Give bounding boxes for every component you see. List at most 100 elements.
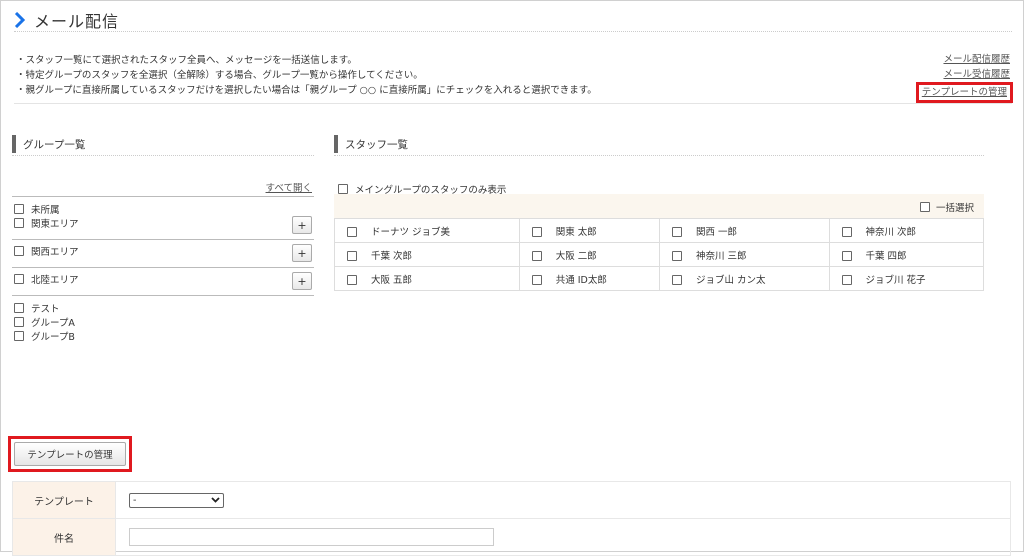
checkbox[interactable]: [338, 184, 348, 194]
staff-cell[interactable]: 関東 太郎: [518, 218, 660, 243]
group-label: グループB: [31, 332, 75, 343]
checkbox[interactable]: [531, 251, 542, 261]
staff-cell[interactable]: ドーナツ ジョブ美: [334, 218, 520, 243]
title-row: メール配信: [14, 8, 119, 32]
staff-cell[interactable]: 神奈川 三郎: [658, 242, 830, 267]
template-select[interactable]: -: [129, 492, 224, 508]
subject-label: 件名: [12, 518, 116, 556]
group-label: グループA: [31, 318, 75, 329]
mail-form: テンプレート - 件名: [12, 481, 1011, 556]
checkbox[interactable]: [671, 251, 682, 261]
staff-cell[interactable]: ジョブ川 花子: [828, 266, 985, 291]
staff-name: 千葉 次郎: [371, 250, 413, 262]
staff-name: 関西 一郎: [695, 226, 737, 238]
template-cell: -: [115, 481, 1011, 519]
subject-cell: [115, 518, 1011, 556]
staff-list-heading: スタッフ一覧: [334, 135, 408, 153]
divider: [12, 267, 314, 268]
table-row: ドーナツ ジョブ美 関東 太郎 関西 一郎 神奈川 次郎: [334, 218, 985, 243]
checkbox[interactable]: [14, 274, 24, 284]
template-manage-link[interactable]: テンプレートの管理: [922, 87, 1007, 98]
group-label: 未所属: [31, 205, 60, 216]
page-title: メール配信: [34, 12, 120, 31]
bulk-select-label: 一括選択: [935, 203, 974, 214]
group-item-unassigned[interactable]: 未所属: [14, 202, 60, 216]
checkbox[interactable]: [919, 202, 930, 212]
open-all-link[interactable]: すべて開く: [266, 180, 312, 194]
staff-name: 神奈川 三郎: [695, 250, 747, 262]
staff-name: 共通 ID太郎: [555, 274, 607, 286]
checkbox[interactable]: [14, 331, 24, 341]
checkbox[interactable]: [347, 227, 357, 237]
highlight-box: テンプレートの管理: [8, 436, 132, 472]
group-list-title: グループ一覧: [23, 138, 86, 151]
checkbox[interactable]: [841, 251, 852, 261]
bulk-select-bar: 一括選択: [334, 194, 984, 218]
group-item-hokuriku[interactable]: 北陸エリア: [14, 272, 79, 286]
staff-cell[interactable]: 共通 ID太郎: [518, 266, 660, 291]
instructions: ・スタッフ一覧にて選択されたスタッフ全員へ、メッセージを一括送信します。 ・特定…: [16, 53, 597, 98]
group-item-group-b[interactable]: グループB: [14, 329, 75, 343]
mail-history-link[interactable]: メール配信履歴: [916, 52, 1010, 67]
note-1: ・スタッフ一覧にて選択されたスタッフ全員へ、メッセージを一括送信します。: [16, 55, 357, 66]
note-3: ・親グループに直接所属しているスタッフだけを選択したい場合は「親グループ ○○ …: [16, 85, 597, 96]
staff-name: 大阪 二郎: [555, 250, 597, 262]
checkbox[interactable]: [14, 218, 24, 228]
divider: [12, 239, 314, 240]
group-list-heading: グループ一覧: [12, 135, 85, 153]
notes-divider: [14, 103, 1012, 104]
staff-cell[interactable]: ジョブ山 カン太: [658, 266, 830, 291]
checkbox[interactable]: [14, 246, 24, 256]
staff-cell[interactable]: 神奈川 次郎: [828, 218, 985, 243]
staff-name: ドーナツ ジョブ美: [371, 226, 451, 238]
header-links: メール配信履歴 メール受信履歴 テンプレートの管理: [915, 52, 1013, 103]
checkbox[interactable]: [671, 275, 682, 285]
highlight-box: テンプレートの管理: [915, 82, 1013, 103]
expand-hokuriku-button[interactable]: +: [292, 272, 312, 290]
group-item-group-a[interactable]: グループA: [14, 315, 75, 329]
staff-name: ジョブ川 花子: [865, 274, 926, 286]
expand-kansai-button[interactable]: +: [292, 244, 312, 262]
checkbox[interactable]: [531, 227, 542, 237]
staff-cell[interactable]: 千葉 次郎: [334, 242, 520, 267]
template-select-value: -: [133, 494, 137, 506]
checkbox[interactable]: [347, 251, 357, 261]
checkbox[interactable]: [531, 275, 542, 285]
checkbox[interactable]: [671, 227, 682, 237]
form-row-template: テンプレート -: [12, 481, 1011, 519]
group-label: 関西エリア: [31, 247, 79, 258]
subject-input[interactable]: [129, 528, 494, 546]
group-heading-rule: [12, 155, 314, 156]
checkbox[interactable]: [841, 275, 852, 285]
group-item-test[interactable]: テスト: [14, 301, 60, 315]
bulk-select[interactable]: 一括選択: [919, 200, 974, 214]
staff-cell[interactable]: 千葉 四郎: [828, 242, 985, 267]
checkbox[interactable]: [347, 275, 357, 285]
table-row: 大阪 五郎 共通 ID太郎 ジョブ山 カン太 ジョブ川 花子: [334, 266, 985, 291]
staff-cell[interactable]: 関西 一郎: [658, 218, 830, 243]
staff-name: 神奈川 次郎: [865, 226, 917, 238]
group-label: 北陸エリア: [31, 275, 79, 286]
group-item-kansai[interactable]: 関西エリア: [14, 244, 79, 258]
group-label: テスト: [31, 304, 60, 315]
template-manage-button[interactable]: テンプレートの管理: [14, 442, 126, 466]
group-item-kanto[interactable]: 関東エリア: [14, 216, 79, 230]
received-history-link[interactable]: メール受信履歴: [916, 67, 1010, 82]
staff-heading-rule: [334, 155, 984, 156]
staff-name: 千葉 四郎: [865, 250, 907, 262]
heading-bar: [334, 135, 338, 153]
heading-bar: [12, 135, 16, 153]
template-label: テンプレート: [12, 481, 116, 519]
staff-cell[interactable]: 大阪 五郎: [334, 266, 520, 291]
expand-kanto-button[interactable]: +: [292, 216, 312, 234]
checkbox[interactable]: [14, 204, 24, 214]
checkbox[interactable]: [14, 303, 24, 313]
staff-table: ドーナツ ジョブ美 関東 太郎 関西 一郎 神奈川 次郎 千葉 次郎 大阪 二郎…: [334, 218, 985, 291]
divider: [12, 196, 314, 197]
staff-name: 大阪 五郎: [371, 274, 413, 286]
title-divider: [14, 31, 1012, 32]
checkbox[interactable]: [841, 227, 852, 237]
checkbox[interactable]: [14, 317, 24, 327]
staff-cell[interactable]: 大阪 二郎: [518, 242, 660, 267]
staff-list-title: スタッフ一覧: [345, 138, 408, 151]
